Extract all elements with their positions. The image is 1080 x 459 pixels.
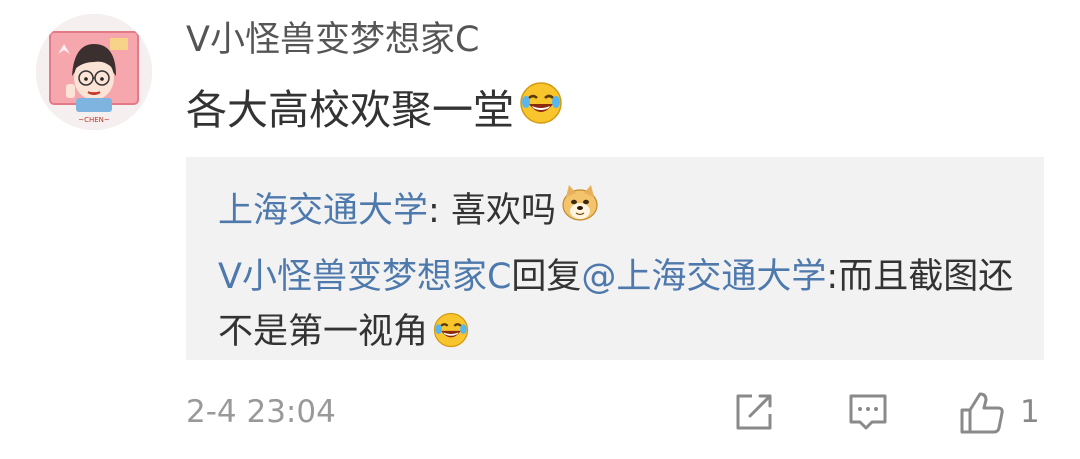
reply-button[interactable]	[846, 390, 890, 438]
doge-emoji-icon	[560, 183, 600, 240]
comment-timestamp: 2-4 23:04	[186, 394, 336, 430]
reply-mention[interactable]: @上海交通大学	[581, 257, 826, 297]
reply-word: 回复	[511, 257, 582, 297]
avatar-image: ~CHEN~	[36, 14, 152, 130]
like-icon	[960, 392, 1004, 434]
comment-text: 各大高校欢聚一堂	[186, 85, 514, 134]
like-count: 1	[1020, 394, 1040, 430]
reply-item: 上海交通大学: 喜欢吗	[218, 183, 600, 240]
share-icon	[736, 394, 772, 430]
laugh-cry-emoji-icon	[518, 80, 564, 139]
like-button[interactable]	[958, 390, 1006, 440]
avatar-caption: ~CHEN~	[78, 116, 110, 124]
share-button[interactable]	[732, 390, 776, 438]
reply-separator: :	[428, 191, 451, 231]
reply-text: 喜欢吗	[450, 191, 556, 231]
comment-text-row: 各大高校欢聚一堂	[186, 80, 564, 139]
comment-username[interactable]: V小怪兽变梦想家C	[186, 16, 479, 64]
avatar[interactable]: ~CHEN~	[36, 14, 152, 130]
reply-author[interactable]: V小怪兽变梦想家C	[218, 257, 511, 297]
reply-box[interactable]: 上海交通大学: 喜欢吗 V小怪兽变梦想家C回复@上海交通大学:而且截图还不是第一…	[186, 157, 1044, 360]
laugh-cry-emoji-icon	[432, 311, 470, 366]
reply-author[interactable]: 上海交通大学	[218, 184, 428, 239]
comment-icon	[849, 394, 887, 430]
reply-item: V小怪兽变梦想家C回复@上海交通大学:而且截图还不是第一视角	[218, 250, 1028, 366]
reply-separator: :	[826, 257, 839, 297]
